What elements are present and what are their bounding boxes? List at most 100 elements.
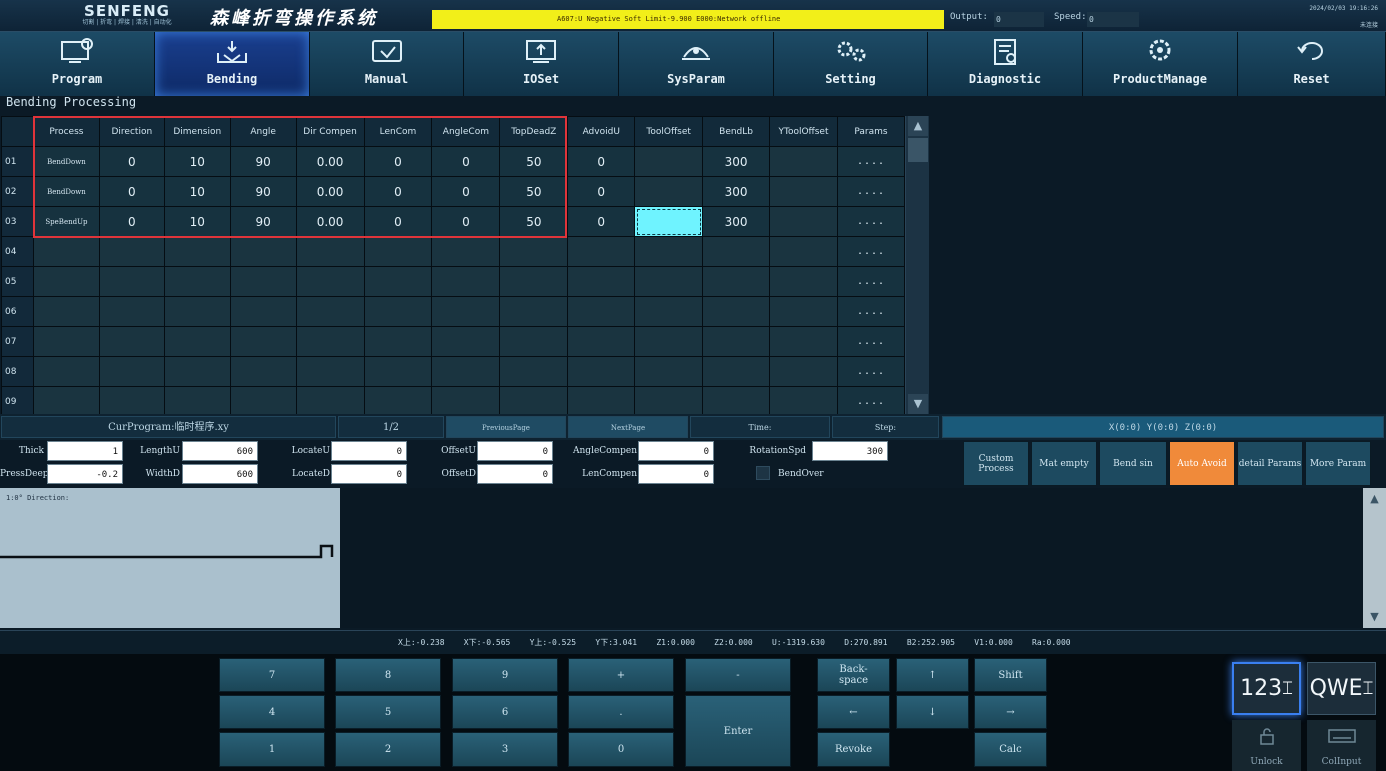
key-revoke[interactable]: Revoke [817,732,890,767]
unlock-button[interactable]: Unlock [1232,720,1301,771]
cell-tooloffset[interactable] [634,386,704,417]
cell-bendlb[interactable]: 300 [702,206,771,237]
mat-empty-button[interactable]: Mat empty [1031,441,1097,486]
cell-tooloffset[interactable] [634,356,704,387]
key-1[interactable]: 1 [219,732,325,767]
table-row[interactable]: 08.... [1,356,906,387]
cell-bendlb[interactable] [702,356,771,387]
cell-advoidu[interactable]: 0 [567,206,636,237]
cell-topdeadz[interactable] [499,386,569,417]
key-right[interactable]: → [974,695,1047,729]
cell-dir-compen[interactable] [295,386,365,417]
cell-dimension[interactable] [163,356,231,387]
table-row[interactable]: 04.... [1,236,906,267]
cell-params[interactable]: .... [836,356,906,387]
preview-scrollbar[interactable]: ▲ ▼ [1363,488,1386,628]
cell-bendlb[interactable] [702,266,771,297]
scroll-thumb[interactable] [908,138,928,162]
cell-params[interactable]: .... [836,206,906,237]
cell-ytooloffset[interactable] [769,356,838,387]
key-shift[interactable]: Shift [974,658,1047,692]
table-row[interactable]: 09.... [1,386,906,417]
cell-topdeadz[interactable] [499,356,569,387]
cell-direction[interactable]: 0 [98,206,165,237]
cell-dir-compen[interactable] [295,356,365,387]
table-row[interactable]: 02 BendDown 0 10 90 0.00 0 0 50 0 300.... [1,176,906,207]
table-row[interactable]: 06.... [1,296,906,327]
cell-dimension[interactable] [163,326,231,357]
cell-anglecom[interactable] [431,386,501,417]
cell-process[interactable]: BendDown [32,146,100,177]
key-4[interactable]: 4 [219,695,325,729]
cell-params[interactable]: .... [836,296,906,327]
cell-tooloffset[interactable] [634,206,704,237]
cell-lencom[interactable] [363,386,433,417]
cell-ytooloffset[interactable] [769,266,838,297]
table-row[interactable]: 07.... [1,326,906,357]
table-row[interactable]: 05.... [1,266,906,297]
cell-lencom[interactable]: 0 [363,146,433,177]
key-0[interactable]: 0 [568,732,674,767]
key-down[interactable]: ↓ [896,695,969,729]
cell-bendlb[interactable]: 300 [702,176,771,207]
cell-dimension[interactable] [163,296,231,327]
cell-process[interactable] [32,296,100,327]
cell-topdeadz[interactable]: 50 [499,146,569,177]
cell-dir-compen[interactable] [295,326,365,357]
cell-ytooloffset[interactable] [769,236,838,267]
offsetd-input[interactable]: 0 [477,464,553,484]
cell-params[interactable]: .... [836,176,906,207]
cell-topdeadz[interactable] [499,236,569,267]
locateu-input[interactable]: 0 [331,441,407,461]
cell-lencom[interactable] [363,266,433,297]
key-2[interactable]: 2 [335,732,441,767]
cell-dir-compen[interactable]: 0.00 [295,146,365,177]
bend-sin-button[interactable]: Bend sin [1099,441,1167,486]
cell-tooloffset[interactable] [634,176,704,207]
cell-advoidu[interactable] [567,296,636,327]
cell-ytooloffset[interactable] [769,296,838,327]
key-minus[interactable]: - [685,658,791,692]
nav-sysparam[interactable]: SysParam [619,32,774,96]
alarm-banner[interactable]: A607:U Negative Soft Limit-9.900 E000:Ne… [432,10,944,29]
table-row[interactable]: 01 BendDown 0 10 90 0.00 0 0 50 0 300.... [1,146,906,177]
key-dot[interactable]: . [568,695,674,729]
cell-params[interactable]: .... [836,386,906,417]
cell-ytooloffset[interactable] [769,326,838,357]
cell-dimension[interactable]: 10 [163,146,231,177]
key-calc[interactable]: Calc [974,732,1047,767]
cell-tooloffset[interactable] [634,326,704,357]
nav-bending[interactable]: Bending [155,32,310,96]
cell-bendlb[interactable] [702,296,771,327]
cell-lencom[interactable] [363,356,433,387]
cell-lencom[interactable] [363,236,433,267]
preview-scroll-down-icon[interactable]: ▼ [1365,608,1384,626]
next-page-button[interactable]: NextPage [568,416,688,438]
cell-topdeadz[interactable]: 50 [499,176,569,207]
cell-angle[interactable]: 90 [229,146,297,177]
cell-dir-compen[interactable] [295,296,365,327]
key-8[interactable]: 8 [335,658,441,692]
cell-bendlb[interactable] [702,386,771,417]
cell-process[interactable] [32,236,100,267]
lencompen-input[interactable]: 0 [638,464,714,484]
cell-direction[interactable] [98,356,165,387]
cell-anglecom[interactable] [431,236,501,267]
cell-process[interactable] [32,356,100,387]
nav-ioset[interactable]: IOSet [464,32,619,96]
cell-angle[interactable]: 90 [229,176,297,207]
scroll-up-icon[interactable]: ▲ [908,116,928,136]
nav-productmanage[interactable]: ProductManage [1083,32,1238,96]
cell-angle[interactable] [229,356,297,387]
nav-diagnostic[interactable]: Diagnostic [928,32,1083,96]
cell-anglecom[interactable] [431,296,501,327]
cell-ytooloffset[interactable] [769,206,838,237]
cell-process[interactable]: BendDown [32,176,100,207]
key-plus[interactable]: + [568,658,674,692]
key-3[interactable]: 3 [452,732,558,767]
cell-process[interactable] [32,326,100,357]
pressdeep-input[interactable]: -0.2 [47,464,123,484]
cell-process[interactable] [32,266,100,297]
nav-manual[interactable]: Manual [310,32,464,96]
cell-dimension[interactable] [163,386,231,417]
